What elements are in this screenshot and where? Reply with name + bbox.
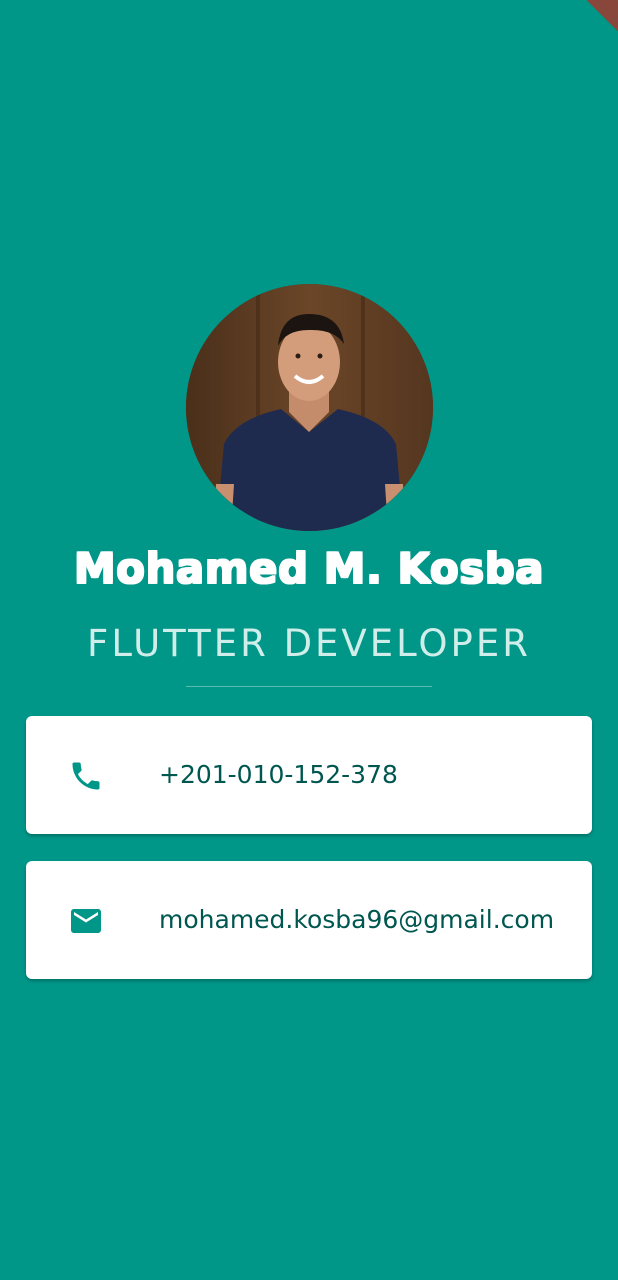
phone-number: +201-010-152-378 <box>159 760 398 789</box>
email-card[interactable]: mohamed.kosba96@gmail.com <box>26 861 592 979</box>
phone-icon <box>68 758 104 794</box>
profile-name: Mohamed M. Kosba <box>73 544 545 593</box>
phone-card[interactable]: +201-010-152-378 <box>26 716 592 834</box>
profile-avatar <box>186 284 433 531</box>
email-address: mohamed.kosba96@gmail.com <box>159 905 555 934</box>
mail-icon <box>68 903 104 939</box>
avatar-photo <box>186 284 433 531</box>
debug-banner <box>552 0 618 44</box>
divider <box>186 686 432 687</box>
profile-title: FLUTTER DEVELOPER <box>87 622 531 665</box>
